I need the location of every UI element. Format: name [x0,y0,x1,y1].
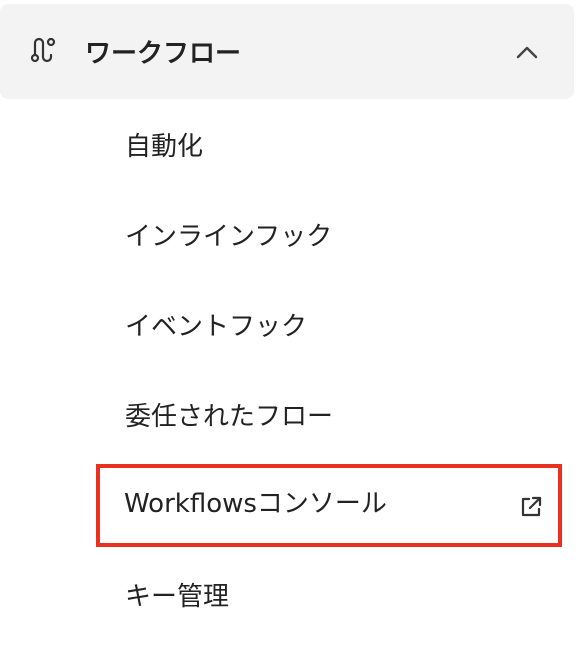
menu-item-label: インラインフック [125,222,333,252]
menu-item-label: 委任されたフロー [125,402,334,432]
workflow-icon [30,37,56,63]
menu-item-label: イベントフック [125,312,308,342]
menu-item-automation[interactable]: 自動化 [97,107,561,187]
menu-item-label: 自動化 [125,132,204,162]
menu-item-key-management[interactable]: キー管理 [97,557,561,637]
chevron-up-icon[interactable] [515,44,539,60]
menu-item-workflows-console[interactable]: Workflowsコンソール [96,464,562,547]
workflow-nav-panel: ワークフロー 自動化 インラインフック イベントフック 委任されたフロー Wor… [0,0,582,660]
section-title: ワークフロー [85,39,242,69]
menu-item-event-hooks[interactable]: イベントフック [97,287,561,367]
menu-item-delegated-flows[interactable]: 委任されたフロー [97,377,561,457]
external-link-icon [521,496,542,517]
menu-item-inline-hooks[interactable]: インラインフック [97,197,561,277]
workflow-section-header[interactable]: ワークフロー [0,4,574,99]
menu-item-label: キー管理 [125,582,230,612]
menu-item-label: Workflowsコンソール [124,489,387,519]
